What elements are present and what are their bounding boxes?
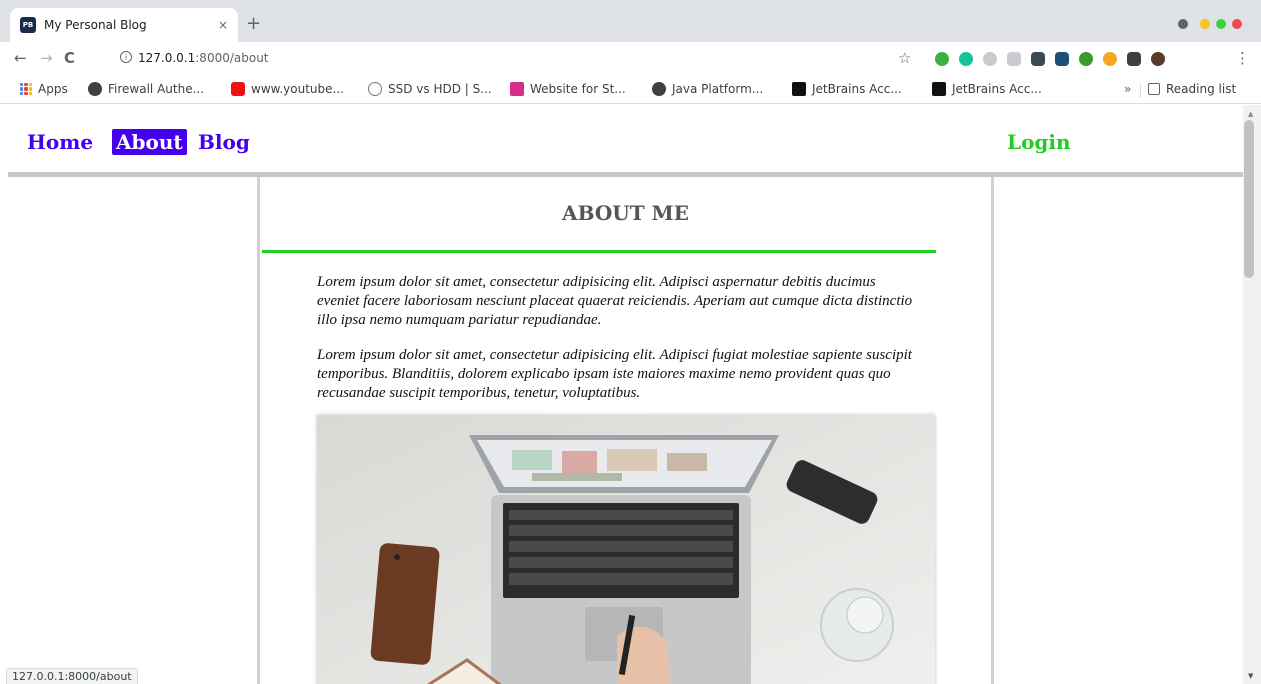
page-viewport: Home About Blog Login ABOUT ME Lorem ips… [0, 105, 1243, 684]
bookmark-item[interactable]: Website for St... [510, 82, 626, 96]
bookmark-item[interactable]: JetBrains Acc... [792, 82, 902, 96]
extension-download-icon[interactable] [1007, 52, 1021, 66]
extension-vpn-icon[interactable] [935, 52, 949, 66]
extension-gear-icon[interactable] [1079, 52, 1093, 66]
reload-button[interactable]: C [64, 49, 75, 67]
page-title: ABOUT ME [562, 201, 689, 225]
new-tab-button[interactable]: + [246, 13, 261, 34]
url-host: 127.0.0.1 [138, 51, 196, 65]
globe-icon [652, 82, 666, 96]
scroll-up-icon[interactable]: ▲ [1248, 110, 1253, 118]
bookmark-item[interactable]: www.youtube... [231, 82, 344, 96]
bookmark-label: JetBrains Acc... [812, 82, 902, 96]
nav-about-link[interactable]: About [112, 129, 187, 155]
bookmark-star-icon[interactable]: ☆ [898, 49, 911, 67]
bookmarks-bar: Apps Firewall Authe... www.youtube... SS… [0, 76, 1261, 104]
bookmark-label: Apps [38, 82, 68, 96]
disk-icon [368, 82, 382, 96]
extension-tool-icon[interactable] [1031, 52, 1045, 66]
about-paragraph: Lorem ipsum dolor sit amet, consectetur … [317, 274, 913, 328]
back-button[interactable]: ← [14, 49, 27, 67]
login-link[interactable]: Login [1007, 129, 1071, 155]
close-tab-icon[interactable]: × [218, 18, 228, 32]
bookmark-item[interactable]: Firewall Authe... [88, 82, 204, 96]
avatar[interactable] [1151, 52, 1165, 66]
youtube-icon [231, 82, 245, 96]
about-card: ABOUT ME Lorem ipsum dolor sit amet, con… [257, 177, 994, 684]
maximize-button[interactable] [1216, 19, 1226, 29]
apps-grid-icon [20, 83, 32, 95]
nav-blog-link[interactable]: Blog [198, 129, 250, 155]
nav-home-link[interactable]: Home [27, 129, 93, 155]
reading-list-label: Reading list [1166, 82, 1237, 96]
divider [1140, 84, 1141, 98]
extension-cloud-icon[interactable] [1055, 52, 1069, 66]
tab-title: My Personal Blog [44, 18, 147, 32]
bookmarks-overflow-icon[interactable]: » [1124, 82, 1131, 96]
bookmark-item[interactable]: SSD vs HDD | S... [368, 82, 492, 96]
url-path: :8000/about [195, 51, 269, 65]
profile-menu-icon[interactable] [1178, 19, 1188, 29]
bookmark-label: Java Platform... [672, 82, 764, 96]
extension-badge-icon[interactable] [1103, 52, 1117, 66]
close-window-button[interactable] [1232, 19, 1242, 29]
address-bar[interactable]: 127.0.0.1:8000/about [138, 51, 269, 65]
blog-favicon-icon: PB [20, 17, 36, 33]
extension-grammarly-icon[interactable] [959, 52, 973, 66]
scroll-down-icon[interactable]: ▼ [1248, 672, 1253, 680]
extension-globe-icon[interactable] [983, 52, 997, 66]
browser-toolbar: ← → C i 127.0.0.1:8000/about ☆ ⋮ [0, 42, 1261, 76]
bookmark-item[interactable]: Java Platform... [652, 82, 763, 96]
site-info-icon[interactable]: i [120, 51, 132, 63]
bookmark-label: SSD vs HDD | S... [388, 82, 492, 96]
bookmark-label: Website for St... [530, 82, 626, 96]
globe-icon [88, 82, 102, 96]
extensions-puzzle-icon[interactable] [1127, 52, 1141, 66]
jetbrains-icon [932, 82, 946, 96]
link-status-bar: 127.0.0.1:8000/about [6, 668, 138, 684]
about-paragraph: Lorem ipsum dolor sit amet, consectetur … [317, 347, 912, 401]
minimize-button[interactable] [1200, 19, 1210, 29]
browser-tab[interactable]: PB My Personal Blog × [10, 8, 238, 42]
site-navbar: Home About Blog Login [0, 105, 1243, 171]
bookmark-label: Firewall Authe... [108, 82, 205, 96]
bookmark-label: www.youtube... [251, 82, 344, 96]
reading-list-icon [1148, 83, 1160, 95]
browser-menu-icon[interactable]: ⋮ [1235, 49, 1250, 67]
forward-button[interactable]: → [40, 49, 53, 67]
bookmark-apps[interactable]: Apps [20, 82, 68, 96]
scrollbar-thumb[interactable] [1244, 120, 1254, 278]
title-divider [262, 250, 936, 253]
browser-tabstrip: PB My Personal Blog × + [0, 0, 1261, 42]
bookmark-item[interactable]: JetBrains Acc... [932, 82, 1042, 96]
laptop-desk-photo [317, 415, 935, 684]
reading-list-button[interactable]: Reading list [1148, 82, 1236, 96]
bookmark-label: JetBrains Acc... [952, 82, 1042, 96]
w-logo-icon [510, 82, 524, 96]
jetbrains-icon [792, 82, 806, 96]
